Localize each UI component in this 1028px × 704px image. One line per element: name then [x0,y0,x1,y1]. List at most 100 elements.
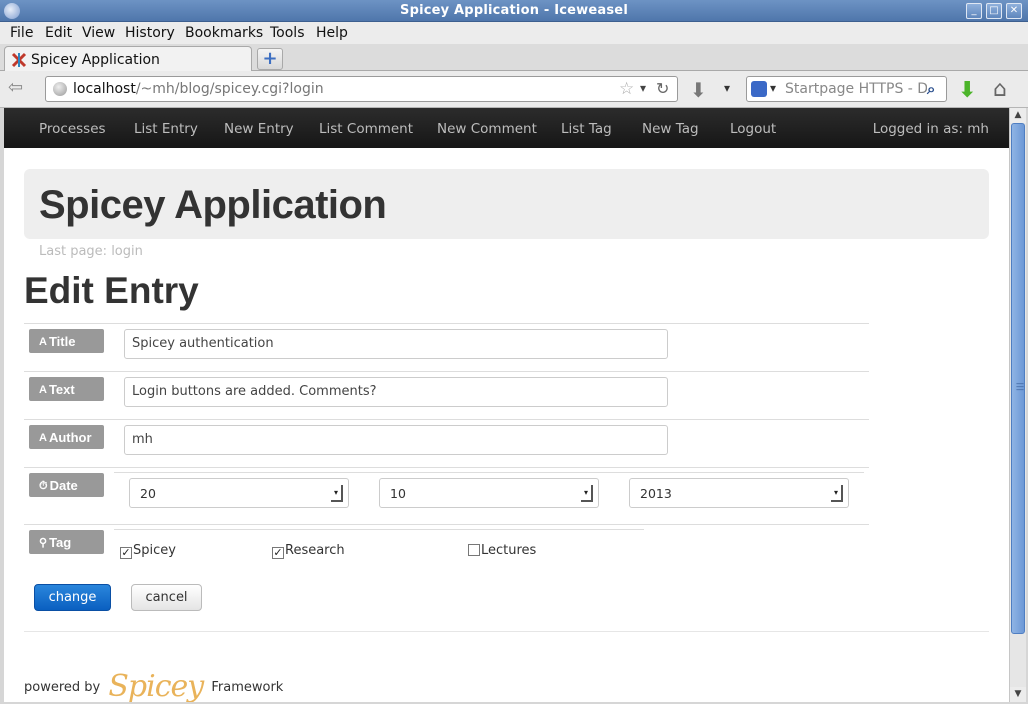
checkbox-spicey[interactable]: ✓ [120,547,132,559]
checkbox-lectures[interactable] [468,544,480,556]
form-row-text: A Text Login buttons are added. Comments? [24,371,869,419]
url-path: /~mh/blog/spicey.cgi?login [135,81,324,97]
downloads-dropdown-icon[interactable]: ▾ [724,81,730,95]
form-row-date: ⏱ Date 20 ▾ 10 ▾ 2013 ▾ [24,467,869,524]
footer-suffix: Framework [211,680,284,695]
tag-label: ⚲ Tag [29,530,104,554]
text-label-text: Text [48,382,75,397]
menu-history[interactable]: History [125,25,175,41]
nav-toolbar: ⇦ localhost/~mh/blog/spicey.cgi?login ☆ … [0,71,1028,108]
nav-new-entry[interactable]: New Entry [224,121,294,137]
url-bar[interactable]: localhost/~mh/blog/spicey.cgi?login ☆ ▾ … [45,76,678,102]
page-content: Processes List Entry New Entry List Comm… [4,108,1009,702]
month-value: 10 [390,486,406,501]
minimize-icon[interactable]: _ [966,3,982,19]
chevron-down-icon: ▾ [581,485,593,502]
menu-bookmarks[interactable]: Bookmarks [185,25,263,41]
logged-in-status: Logged in as: mh [872,121,989,137]
text-input[interactable]: Login buttons are added. Comments? [124,377,668,407]
footer-divider [24,631,989,632]
nav-list-comment[interactable]: List Comment [319,121,413,137]
tag-lectures-label: Lectures [481,543,537,558]
year-value: 2013 [640,486,672,501]
text-label: A Text [29,377,104,401]
tag-checkbox-spicey[interactable]: ✓ Spicey [120,543,176,559]
vertical-scrollbar[interactable]: ▲ — — — ▼ [1009,108,1026,702]
nav-logout[interactable]: Logout [730,121,776,137]
date-label-text: Date [49,478,78,493]
spicey-logo[interactable]: Spicey [108,669,204,702]
tag-checkbox-research[interactable]: ✓ Research [272,543,345,559]
scrollbar-grip-icon: — — — [1016,379,1024,394]
globe-icon [53,82,67,96]
title-input[interactable]: Spicey authentication [124,329,668,359]
search-input[interactable]: Startpage HTTPS - Def [785,81,927,97]
spicey-favicon-icon [11,52,27,68]
footer: powered by Spicey Framework [24,669,283,702]
text-field-icon: A [39,432,47,444]
scroll-down-arrow-icon[interactable]: ▼ [1010,687,1026,702]
scrollbar-thumb[interactable]: — — — [1011,123,1025,634]
year-select[interactable]: 2013 ▾ [629,478,849,508]
nav-new-tag[interactable]: New Tag [642,121,699,137]
menu-tools[interactable]: Tools [270,25,305,41]
author-label-text: Author [48,430,92,445]
nav-processes[interactable]: Processes [39,121,106,137]
nav-list-entry[interactable]: List Entry [134,121,198,137]
form-row-tag: ⚲ Tag ✓ Spicey ✓ Research Lectures [24,524,869,574]
day-select[interactable]: 20 ▾ [129,478,349,508]
hero-banner: Spicey Application [24,169,989,239]
search-engine-dropdown-icon[interactable]: ▾ [770,81,776,95]
url-dropdown-icon[interactable]: ▾ [640,81,646,95]
text-field-icon: A [39,336,47,348]
title-label-text: Title [48,334,76,349]
author-input[interactable]: mh [124,425,668,455]
tab-label: Spicey Application [31,52,160,68]
menu-edit[interactable]: Edit [45,25,72,41]
month-select[interactable]: 10 ▾ [379,478,599,508]
tab-spicey[interactable]: Spicey Application [4,46,252,72]
downloads-icon[interactable]: ⬇ [690,78,712,102]
search-icon[interactable]: ⌕ [927,80,935,98]
text-field-icon: A [39,384,47,396]
tag-icon: ⚲ [39,537,48,549]
change-button[interactable]: change [34,584,111,611]
bookmark-star-icon[interactable]: ☆ [619,79,634,99]
cancel-button[interactable]: cancel [131,584,202,611]
menu-bar: File Edit View History Bookmarks Tools H… [0,22,1028,44]
download-arrow-icon[interactable]: ⬇ [958,78,976,103]
app-navbar: Processes List Entry New Entry List Comm… [4,108,1009,148]
menu-help[interactable]: Help [316,25,348,41]
last-page-text: Last page: login [39,244,143,259]
home-icon[interactable]: ⌂ [993,77,1007,102]
nav-new-comment[interactable]: New Comment [437,121,537,137]
clock-icon: ⏱ [39,480,48,492]
search-bar[interactable]: ▾ Startpage HTTPS - Def ⌕ [746,76,947,102]
close-icon[interactable]: ✕ [1006,3,1022,19]
reload-icon[interactable]: ↻ [656,79,669,98]
tag-label-text: Tag [49,535,72,550]
day-value: 20 [140,486,156,501]
page-title: Edit Entry [24,270,199,311]
tag-spicey-label: Spicey [133,543,176,558]
url-host: localhost [73,81,136,97]
url-text[interactable]: localhost/~mh/blog/spicey.cgi?login [73,81,324,97]
nav-list-tag[interactable]: List Tag [561,121,612,137]
tag-checkbox-lectures[interactable]: Lectures [468,543,536,558]
date-label: ⏱ Date [29,473,104,497]
menu-file[interactable]: File [10,25,33,41]
author-label: A Author [29,425,104,449]
app-title: Spicey Application [39,183,387,227]
chevron-down-icon: ▾ [331,485,343,502]
tag-subtable-border [114,529,644,530]
back-arrow-icon[interactable]: ⇦ [8,79,34,99]
scroll-up-arrow-icon[interactable]: ▲ [1010,108,1026,123]
tab-bar: Spicey Application + [0,44,1028,72]
search-engine-icon[interactable] [751,81,767,97]
new-tab-button[interactable]: + [257,48,283,70]
tag-research-label: Research [285,543,345,558]
menu-view[interactable]: View [82,25,115,41]
checkbox-research[interactable]: ✓ [272,547,284,559]
maximize-icon[interactable]: □ [986,3,1002,19]
form-row-author: A Author mh [24,419,869,467]
